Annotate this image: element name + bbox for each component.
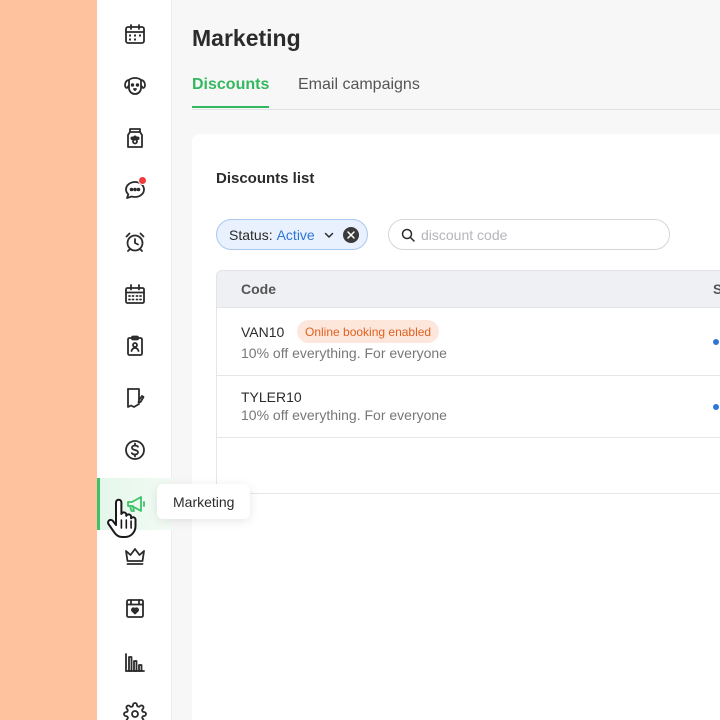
calendar-icon <box>124 24 145 44</box>
discount-description: 10% off everything. For everyone <box>241 407 447 423</box>
tab-email-campaigns[interactable]: Email campaigns <box>298 76 420 106</box>
status-indicator <box>713 339 719 345</box>
discount-code: VAN10 <box>241 324 285 340</box>
gear-icon <box>122 702 147 720</box>
tab-discounts[interactable]: Discounts <box>192 76 270 108</box>
sidebar-item-pets[interactable] <box>97 60 172 112</box>
sidebar <box>97 0 172 720</box>
card-title: Discounts list <box>216 170 315 187</box>
close-icon <box>346 230 355 239</box>
filter-value: Active <box>276 226 315 243</box>
crown-icon <box>124 548 145 565</box>
search-input[interactable] <box>421 226 661 243</box>
chevron-down-icon[interactable] <box>323 229 335 241</box>
sidebar-item-calendar[interactable] <box>97 8 172 60</box>
discount-description: 10% off everything. For everyone <box>241 345 447 361</box>
clear-filter-button[interactable] <box>342 226 359 243</box>
table-empty-row <box>216 438 720 494</box>
table-row[interactable]: TYLER10 10% off everything. For everyone <box>216 376 720 438</box>
search-icon <box>401 228 415 242</box>
discounts-card: Discounts list Status: Active Code S VAN… <box>192 134 720 720</box>
table-row[interactable]: VAN10 Online booking enabled 10% off eve… <box>216 308 720 376</box>
alarm-clock-icon <box>125 232 144 252</box>
sidebar-item-documents[interactable] <box>97 372 172 424</box>
tab-bar: Discounts Email campaigns <box>192 66 720 110</box>
clipboard-icon <box>126 335 143 356</box>
main-content: Marketing Discounts Email campaigns Disc… <box>172 0 720 720</box>
discount-code: TYLER10 <box>241 389 302 405</box>
sidebar-item-staff[interactable] <box>97 320 172 372</box>
gift-icon <box>125 599 144 618</box>
sidebar-item-messages[interactable] <box>97 164 172 216</box>
status-indicator <box>713 404 719 410</box>
notification-badge <box>138 176 147 185</box>
filter-label: Status: <box>229 226 273 243</box>
dog-icon <box>123 77 146 95</box>
dollar-icon <box>124 440 145 460</box>
sidebar-item-reminders[interactable] <box>97 216 172 268</box>
document-icon <box>126 388 144 408</box>
search-box <box>388 219 670 250</box>
column-header-code: Code <box>241 281 276 297</box>
sidebar-item-schedule[interactable] <box>97 268 172 320</box>
table-header: Code S <box>216 270 720 308</box>
sidebar-tooltip: Marketing <box>157 484 251 519</box>
page-title: Marketing <box>192 25 301 51</box>
sidebar-item-payments[interactable] <box>97 424 172 476</box>
sidebar-item-settings[interactable] <box>97 688 172 720</box>
pet-food-icon <box>126 128 143 148</box>
background-strip <box>0 0 97 720</box>
discounts-table: Code S VAN10 Online booking enabled 10% … <box>216 270 720 494</box>
online-booking-tag: Online booking enabled <box>297 320 440 343</box>
schedule-icon <box>124 284 145 304</box>
sidebar-item-products[interactable] <box>97 112 172 164</box>
status-filter-chip[interactable]: Status: Active <box>216 219 368 250</box>
hand-cursor-icon <box>107 498 137 538</box>
sidebar-item-gift-cards[interactable] <box>97 582 172 634</box>
sidebar-item-reports[interactable] <box>97 636 172 688</box>
bar-chart-icon <box>124 653 145 672</box>
column-header-status: S <box>713 281 720 297</box>
